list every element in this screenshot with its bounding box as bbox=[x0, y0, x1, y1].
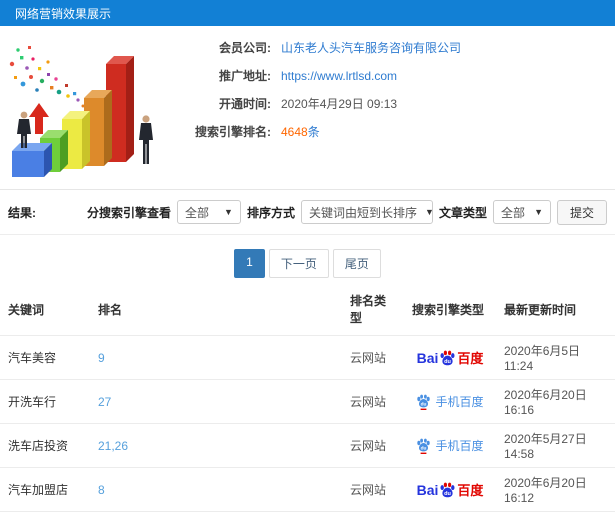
table-row: 洗车店投资 21,26 云网站 du 手机百度 2020年5月27日 14:58 bbox=[0, 423, 615, 468]
company-link[interactable]: 山东老人头汽车服务咨询有限公司 bbox=[281, 41, 461, 55]
updated-cell: 2020年6月20日 16:16 bbox=[496, 379, 615, 424]
updated-cell: 2020年5月27日 14:58 bbox=[496, 423, 615, 468]
updated-cell: 2020年6月20日 16:12 bbox=[496, 467, 615, 512]
rank-cell[interactable]: 25,28,28 bbox=[90, 511, 342, 520]
confetti-dots bbox=[9, 46, 85, 108]
rank-type-cell: 云网站 bbox=[342, 467, 404, 512]
rank-cell[interactable]: 9 bbox=[90, 335, 342, 380]
rank-type-cell: 云网站 bbox=[342, 423, 404, 468]
baidu-paw-icon: du bbox=[439, 350, 456, 366]
engine-filter-label: 分搜索引擎查看 bbox=[86, 205, 171, 220]
keyword-cell: 汽车美容 bbox=[0, 335, 90, 380]
field-open-time: 开通时间: 2020年4月29日 09:13 bbox=[183, 95, 461, 114]
sort-value: 关键词由短到长排序 bbox=[308, 205, 417, 220]
updated-cell: 2020年6月20日 16:11 bbox=[496, 511, 615, 520]
rank-cell[interactable]: 21,26 bbox=[90, 423, 342, 468]
next-page-button[interactable]: 下一页 bbox=[268, 249, 329, 278]
engine-filter-select[interactable]: 全部 ▼ bbox=[176, 200, 241, 224]
results-table: 关键词 排名 排名类型 搜索引擎类型 最新更新时间 汽车美容 9 云网站 Bai du 百… bbox=[0, 284, 615, 520]
mobile-baidu-logo: du 手机百度 bbox=[416, 437, 484, 454]
filter-bar: 结果: 分搜索引擎查看 全部 ▼ 排序方式 关键词由短到长排序 ▼ 文章类型 全… bbox=[0, 189, 615, 235]
keyword-cell: 洗车店投资 bbox=[0, 423, 90, 468]
chevron-down-icon: ▼ bbox=[534, 207, 543, 217]
businessman-left bbox=[17, 111, 31, 148]
rank-type-cell: 云网站 bbox=[342, 379, 404, 424]
open-time-value: 2020年4月29日 09:13 bbox=[281, 97, 398, 111]
open-time-label: 开通时间: bbox=[219, 97, 271, 111]
updated-cell: 2020年6月5日 11:24 bbox=[496, 335, 615, 380]
page-button-1[interactable]: 1 bbox=[234, 249, 265, 278]
header-keyword: 关键词 bbox=[8, 302, 45, 317]
baidu-logo: Bai du 百度 bbox=[416, 349, 484, 367]
bar-chart-illustration bbox=[0, 26, 183, 189]
page: 网络营销效果展示 会员公司: 山东老人头汽车服务咨询有限公司 推广地址: htt… bbox=[0, 0, 615, 520]
last-page-button[interactable]: 尾页 bbox=[332, 249, 381, 278]
chevron-down-icon: ▼ bbox=[224, 207, 233, 217]
table-row: 汽车美容 9 云网站 Bai du 百度 2020年6月5日 11:24 bbox=[0, 335, 615, 380]
rank-type-cell: 云网站 bbox=[342, 511, 404, 520]
page-title: 网络营销效果展示 bbox=[15, 6, 112, 21]
chevron-down-icon: ▼ bbox=[424, 207, 434, 217]
article-type-select[interactable]: 全部 ▼ bbox=[492, 200, 551, 224]
engine-filter-value: 全部 bbox=[184, 205, 209, 220]
ranking-count-label: 搜索引擎排名: bbox=[195, 125, 271, 139]
mobile-baidu-paw-icon: du bbox=[416, 394, 431, 410]
baidu-paw-icon: du bbox=[439, 482, 456, 498]
table-body: 汽车美容 9 云网站 Bai du 百度 2020年6月5日 11:24 开洗车行 27 云网站 d… bbox=[0, 335, 615, 520]
table-row: 汽车加盟店 8 云网站 Bai du 百度 2020年6月20日 16:12 bbox=[0, 467, 615, 512]
filter-controls: 分搜索引擎查看 全部 ▼ 排序方式 关键词由短到长排序 ▼ 文章类型 全部 ▼ … bbox=[86, 199, 607, 225]
header-engine-type: 搜索引擎类型 bbox=[412, 302, 485, 317]
bar-blue bbox=[12, 143, 52, 177]
engine-cell: du手机百度 bbox=[404, 511, 496, 520]
baidu-logo: Bai du 百度 bbox=[416, 481, 484, 499]
rank-cell[interactable]: 8 bbox=[90, 467, 342, 512]
article-type-value: 全部 bbox=[500, 205, 525, 220]
header-rank: 排名 bbox=[98, 302, 123, 317]
keyword-cell: 汽车加盟店 bbox=[0, 467, 90, 512]
field-company: 会员公司: 山东老人头汽车服务咨询有限公司 bbox=[183, 39, 461, 58]
bar-chart-image bbox=[9, 46, 153, 177]
businessman-right bbox=[139, 115, 153, 164]
engine-cell: Bai du 百度 bbox=[404, 467, 496, 512]
pagination: 1 下一页 尾页 bbox=[0, 249, 615, 278]
ranking-count-value: 4648 bbox=[281, 125, 308, 139]
article-type-label: 文章类型 bbox=[438, 205, 487, 220]
engine-cell: Bai du 百度 bbox=[404, 335, 496, 380]
header-rank-type: 排名类型 bbox=[350, 294, 387, 325]
member-info-fields: 会员公司: 山东老人头汽车服务咨询有限公司 推广地址: https://www.… bbox=[183, 26, 461, 189]
engine-cell: du手机百度 bbox=[404, 379, 496, 424]
rank-type-cell: 云网站 bbox=[342, 335, 404, 380]
table-row: 加盟洗车店25,28,28云网站du手机百度2020年6月20日 16:11 bbox=[0, 511, 615, 520]
svg-text:du: du bbox=[444, 490, 451, 496]
up-arrow-icon bbox=[29, 103, 49, 134]
mobile-baidu-logo: du 手机百度 bbox=[416, 393, 484, 410]
svg-text:du: du bbox=[444, 358, 451, 364]
app-header: 网络营销效果展示 bbox=[0, 0, 615, 26]
sort-select[interactable]: 关键词由短到长排序 ▼ bbox=[300, 200, 434, 224]
svg-text:du: du bbox=[421, 401, 427, 407]
svg-text:du: du bbox=[421, 445, 427, 451]
submit-button[interactable]: 提交 bbox=[556, 199, 607, 225]
promo-url-label: 推广地址: bbox=[219, 69, 271, 83]
result-label: 结果: bbox=[8, 205, 36, 220]
keyword-cell: 加盟洗车店 bbox=[0, 511, 90, 520]
sort-label: 排序方式 bbox=[246, 205, 295, 220]
field-ranking-count: 搜索引擎排名: 4648条 bbox=[183, 123, 461, 142]
table-row: 开洗车行 27 云网站 du 手机百度 2020年6月20日 16:16 bbox=[0, 379, 615, 424]
rank-cell[interactable]: 27 bbox=[90, 379, 342, 424]
ranking-count-unit: 条 bbox=[307, 125, 320, 139]
keyword-cell: 开洗车行 bbox=[0, 379, 90, 424]
promo-url-link[interactable]: https://www.lrtlsd.com bbox=[281, 69, 397, 83]
table-header-row: 关键词 排名 排名类型 搜索引擎类型 最新更新时间 bbox=[0, 284, 615, 336]
mobile-baidu-paw-icon: du bbox=[416, 438, 431, 454]
field-promo-url: 推广地址: https://www.lrtlsd.com bbox=[183, 67, 461, 86]
engine-cell: du手机百度 bbox=[404, 423, 496, 468]
header-updated: 最新更新时间 bbox=[504, 302, 577, 317]
info-section: 会员公司: 山东老人头汽车服务咨询有限公司 推广地址: https://www.… bbox=[0, 26, 615, 189]
company-label: 会员公司: bbox=[219, 41, 271, 55]
